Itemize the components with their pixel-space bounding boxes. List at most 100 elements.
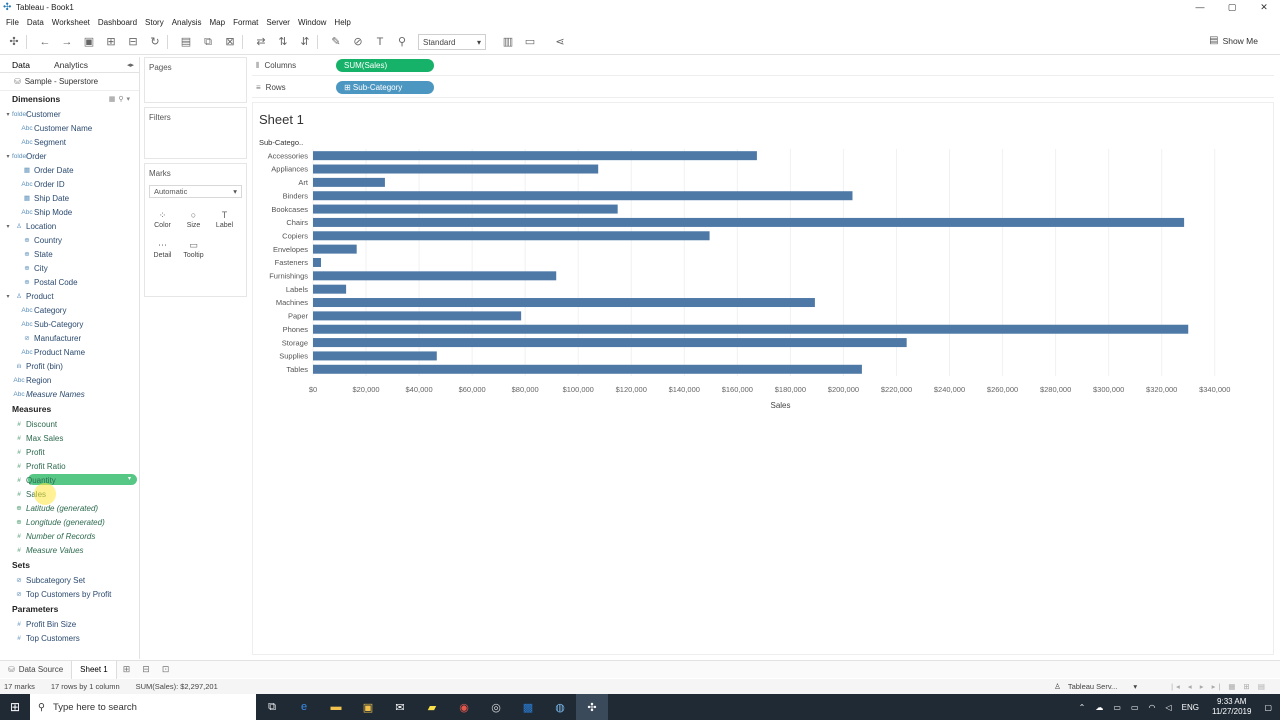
wifi-icon[interactable]: ◠: [1149, 703, 1156, 712]
menu-worksheet[interactable]: Worksheet: [52, 18, 90, 27]
field-manufacturer[interactable]: ⊘ Manufacturer: [0, 331, 139, 345]
new-worksheet-icon[interactable]: ▤: [178, 34, 194, 50]
network-app-icon[interactable]: ◍: [544, 694, 576, 720]
field-state[interactable]: ⊕ State: [0, 247, 139, 261]
field-product[interactable]: ▾ ♙ Product: [0, 289, 139, 303]
menu-help[interactable]: Help: [334, 18, 350, 27]
menu-format[interactable]: Format: [233, 18, 258, 27]
close-button[interactable]: ✕: [1248, 0, 1280, 15]
language-indicator[interactable]: ENG: [1182, 703, 1199, 712]
field-order[interactable]: ▾ folder Order: [0, 149, 139, 163]
show-labels-icon[interactable]: T: [372, 34, 388, 50]
minimize-button[interactable]: —: [1184, 0, 1216, 15]
chevron-down-icon[interactable]: ▾: [1133, 682, 1137, 691]
new-data-source-icon[interactable]: ⊞: [103, 34, 119, 50]
group-members-icon[interactable]: ⊘: [350, 34, 366, 50]
field-ship-date[interactable]: ▦ Ship Date: [0, 191, 139, 205]
volume-icon[interactable]: ◁: [1165, 703, 1171, 712]
new-worksheet-icon[interactable]: ⊞: [117, 664, 137, 675]
field-max-sales[interactable]: # Max Sales: [0, 431, 139, 445]
field-top-customers[interactable]: # Top Customers: [0, 631, 139, 645]
field-customer[interactable]: ▾ folder Customer: [0, 107, 139, 121]
field-discount[interactable]: # Discount: [0, 417, 139, 431]
mail-icon[interactable]: ✉: [384, 694, 416, 720]
field-number-of-records[interactable]: # Number of Records: [0, 529, 139, 543]
network-icon[interactable]: ▭: [1113, 703, 1121, 712]
menu-data[interactable]: Data: [27, 18, 44, 27]
edge-icon[interactable]: e: [288, 694, 320, 720]
pane-menu-icon[interactable]: ◂▸: [127, 61, 134, 69]
field-top-customers-by-profit[interactable]: ⊘ Top Customers by Profit: [0, 587, 139, 601]
menu-map[interactable]: Map: [210, 18, 226, 27]
duplicate-sheet-icon[interactable]: ⧉: [200, 34, 216, 50]
file-explorer-icon[interactable]: ▬: [320, 694, 352, 720]
chevron-up-icon[interactable]: ⌃: [1079, 703, 1086, 712]
new-dashboard-icon[interactable]: ⊟: [136, 664, 156, 675]
menu-window[interactable]: Window: [298, 18, 326, 27]
redo-icon[interactable]: →: [59, 34, 75, 50]
notifications-icon[interactable]: ▢: [1264, 703, 1272, 712]
tab-analytics[interactable]: Analytics: [42, 60, 100, 70]
presentation-mode-icon[interactable]: ▭: [522, 34, 538, 50]
expand-caret-icon[interactable]: ▾: [4, 293, 12, 300]
tableau-home-icon[interactable]: ✣: [6, 34, 22, 50]
data-source-item[interactable]: ⛁ Sample - Superstore: [0, 73, 139, 91]
app-icon[interactable]: ◎: [480, 694, 512, 720]
data-source-tab[interactable]: ⛁ Data Source: [0, 665, 71, 674]
field-location[interactable]: ▾ ♙ Location: [0, 219, 139, 233]
sort-descending-icon[interactable]: ⇵: [297, 34, 313, 50]
task-view-icon[interactable]: ⧉: [256, 694, 288, 720]
highlight-icon[interactable]: ✎: [328, 34, 344, 50]
field-product-name[interactable]: Abc Product Name: [0, 345, 139, 359]
field-category[interactable]: Abc Category: [0, 303, 139, 317]
field-sub-category[interactable]: Abc Sub-Category: [0, 317, 139, 331]
battery-icon[interactable]: ▭: [1131, 703, 1139, 712]
clock[interactable]: 9:33 AM 11/27/2019: [1212, 697, 1251, 717]
columns-shelf[interactable]: ⦀ Columns SUM(Sales): [252, 56, 1274, 76]
expand-caret-icon[interactable]: ▾: [4, 223, 12, 230]
menu-analysis[interactable]: Analysis: [172, 18, 202, 27]
sheet-title[interactable]: Sheet 1: [259, 112, 304, 127]
sum-sales-pill[interactable]: SUM(Sales): [336, 59, 434, 72]
field-order-id[interactable]: Abc Order ID: [0, 177, 139, 191]
tab-data[interactable]: Data: [0, 60, 42, 70]
field-ship-mode[interactable]: Abc Ship Mode: [0, 205, 139, 219]
field-customer-name[interactable]: Abc Customer Name: [0, 121, 139, 135]
undo-icon[interactable]: ←: [37, 34, 53, 50]
tooltip-button[interactable]: ▭ Tooltip: [178, 234, 209, 264]
tableau-taskbar-icon[interactable]: ✣: [576, 694, 608, 720]
field-profit-ratio[interactable]: # Profit Ratio: [0, 459, 139, 473]
rows-shelf[interactable]: ≡ Rows ⊞ Sub-Category: [252, 78, 1274, 98]
chrome-icon[interactable]: ◉: [448, 694, 480, 720]
show-me-button[interactable]: ▤ Show Me: [1209, 35, 1258, 46]
sort-ascending-icon[interactable]: ⇅: [275, 34, 291, 50]
dimension-tools-icon[interactable]: ▦⚲▾: [109, 95, 133, 103]
show-cards-icon[interactable]: ▥: [500, 34, 516, 50]
sheet-navigation-icon[interactable]: |◂ ◂ ▸ ▸| ▦ ⊞ ▤: [1171, 682, 1268, 691]
field-region[interactable]: Abc Region: [0, 373, 139, 387]
field-postal-code[interactable]: ⊕ Postal Code: [0, 275, 139, 289]
expand-caret-icon[interactable]: ▾: [4, 111, 12, 118]
pages-card[interactable]: Pages: [144, 57, 247, 103]
fix-axes-icon[interactable]: ⚲: [394, 34, 410, 50]
size-button[interactable]: ○ Size: [178, 204, 209, 234]
field-profit[interactable]: # Profit: [0, 445, 139, 459]
menu-dashboard[interactable]: Dashboard: [98, 18, 137, 27]
cloud-icon[interactable]: ☁: [1095, 703, 1103, 712]
field-order-date[interactable]: ▦ Order Date: [0, 163, 139, 177]
clear-sheet-icon[interactable]: ⊠: [222, 34, 238, 50]
field-profit-bin-size[interactable]: # Profit Bin Size: [0, 617, 139, 631]
swap-rows-columns-icon[interactable]: ⇄: [253, 34, 269, 50]
field-country[interactable]: ⊕ Country: [0, 233, 139, 247]
field-city[interactable]: ⊕ City: [0, 261, 139, 275]
taskbar-search[interactable]: ⚲ Type here to search: [30, 694, 256, 720]
outlook-icon[interactable]: ▩: [512, 694, 544, 720]
mark-type-dropdown[interactable]: Automatic ▾: [149, 185, 242, 198]
field-subcategory-set[interactable]: ⊘ Subcategory Set: [0, 573, 139, 587]
fit-dropdown[interactable]: Standard ▾: [418, 34, 486, 50]
sub-category-pill[interactable]: ⊞ Sub-Category: [336, 81, 434, 94]
sheet-1-tab[interactable]: Sheet 1: [71, 660, 117, 679]
field-profit-bin[interactable]: ılı Profit (bin): [0, 359, 139, 373]
filters-card[interactable]: Filters: [144, 107, 247, 159]
pause-updates-icon[interactable]: ⊟: [125, 34, 141, 50]
